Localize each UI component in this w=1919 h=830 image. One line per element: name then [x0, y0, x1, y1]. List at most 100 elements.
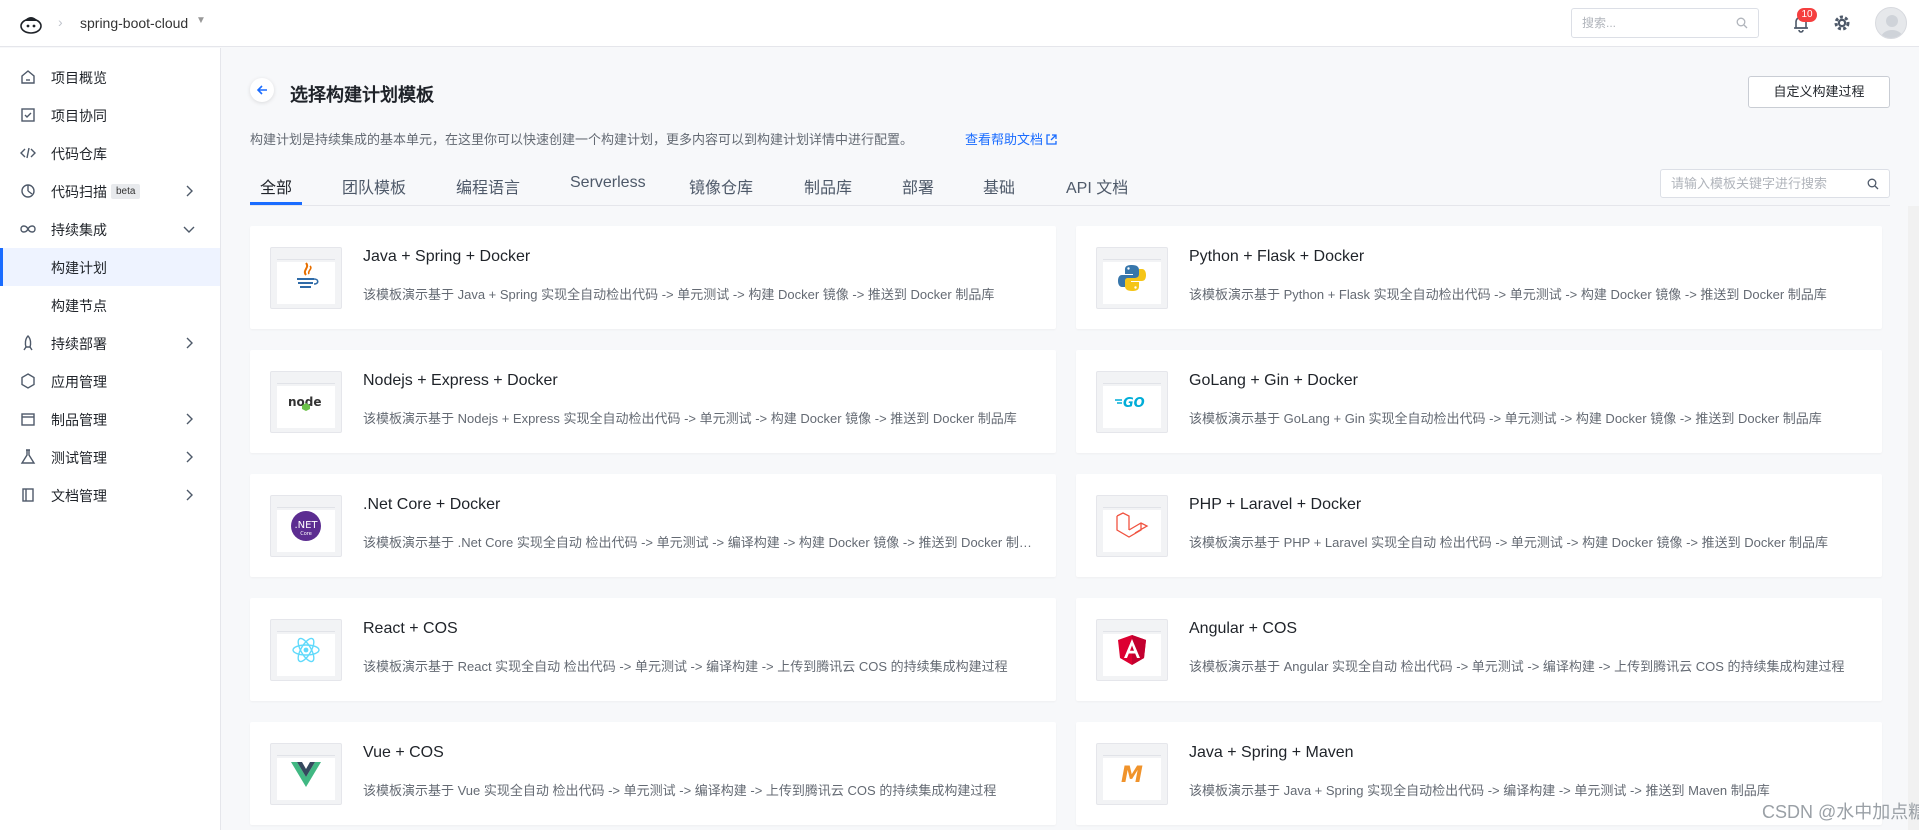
custom-build-button[interactable]: 自定义构建过程 — [1748, 76, 1890, 108]
chevron-right-icon — [186, 451, 193, 463]
sidebar-item-overview[interactable]: 项目概览 — [0, 58, 220, 96]
notification-badge: 10 — [1797, 8, 1817, 22]
search-icon[interactable] — [1867, 178, 1879, 190]
global-search-input[interactable] — [1582, 9, 1732, 37]
template-card-angular-cos[interactable]: Angular + COS 该模板演示基于 Angular 实现全自动 检出代码… — [1076, 598, 1882, 701]
template-description: 该模板演示基于 .Net Core 实现全自动 检出代码 -> 单元测试 -> … — [363, 535, 1035, 550]
dotnet-icon: .NETCore — [291, 511, 321, 541]
sidebar-item-code-scan[interactable]: 代码扫描 beta — [0, 172, 220, 210]
tab-deploy[interactable]: 部署 — [902, 174, 934, 198]
template-title: .Net Core + Docker — [363, 496, 501, 513]
template-search-input[interactable] — [1671, 170, 1861, 197]
svg-text:M: M — [1121, 763, 1143, 788]
template-title: Vue + COS — [363, 744, 444, 761]
sidebar-item-repository[interactable]: 代码仓库 — [0, 134, 220, 172]
help-doc-link[interactable]: 查看帮助文档 — [965, 129, 1057, 148]
gear-icon[interactable] — [1832, 13, 1852, 33]
search-icon — [1736, 17, 1748, 29]
tabs-divider — [250, 205, 1890, 206]
template-thumbnail: .NET Core — [270, 495, 342, 557]
template-thumbnail — [270, 247, 342, 309]
breadcrumb-separator: › — [58, 14, 63, 30]
tab-team-templates[interactable]: 团队模板 — [342, 174, 406, 198]
react-icon — [292, 637, 320, 663]
template-card-golang-gin-docker[interactable]: GO GoLang + Gin + Docker 该模板演示基于 GoLang … — [1076, 350, 1882, 453]
template-description: 该模板演示基于 Angular 实现全自动 检出代码 -> 单元测试 -> 编译… — [1189, 659, 1845, 674]
help-doc-link-label: 查看帮助文档 — [965, 132, 1044, 147]
template-card-php-laravel-docker[interactable]: PHP + Laravel + Docker 该模板演示基于 PHP + Lar… — [1076, 474, 1882, 577]
laravel-icon — [1116, 512, 1149, 538]
back-button[interactable] — [250, 78, 274, 102]
sidebar-item-label: 测试管理 — [51, 450, 107, 466]
tab-all[interactable]: 全部 — [260, 174, 292, 198]
page-description: 构建计划是持续集成的基本单元，在这里你可以快速创建一个构建计划，更多内容可以到构… — [250, 132, 914, 147]
template-title: Angular + COS — [1189, 620, 1298, 637]
sidebar-item-docs[interactable]: 文档管理 — [0, 476, 220, 514]
template-search[interactable] — [1660, 169, 1890, 198]
hexagon-icon — [21, 373, 35, 389]
chevron-right-icon — [186, 185, 193, 197]
sidebar-item-label: 应用管理 — [51, 374, 107, 390]
template-thumbnail: GO — [1096, 371, 1168, 433]
chevron-right-icon — [186, 489, 193, 501]
sidebar-item-artifacts[interactable]: 制品管理 — [0, 400, 220, 438]
global-search[interactable] — [1571, 8, 1759, 38]
sidebar-item-apps[interactable]: 应用管理 — [0, 362, 220, 400]
top-bar: › spring-boot-cloud ▼ 10 — [0, 0, 1919, 47]
coding-logo-icon[interactable] — [18, 11, 44, 37]
avatar[interactable] — [1875, 7, 1907, 39]
template-title: React + COS — [363, 620, 458, 637]
template-description: 该模板演示基于 Python + Flask 实现全自动检出代码 -> 单元测试… — [1189, 287, 1827, 302]
tab-image-registry[interactable]: 镜像仓库 — [689, 174, 753, 198]
sidebar-item-label: 制品管理 — [51, 412, 107, 428]
svg-text:Core: Core — [300, 531, 312, 537]
template-card-java-spring-docker[interactable]: Java + Spring + Docker 该模板演示基于 Java + Sp… — [250, 226, 1056, 329]
template-thumbnail: node — [270, 371, 342, 433]
template-thumbnail — [270, 743, 342, 805]
template-card-vue-cos[interactable]: Vue + COS 该模板演示基于 Vue 实现全自动 检出代码 -> 单元测试… — [250, 722, 1056, 825]
svg-text:GO: GO — [1123, 396, 1145, 411]
template-title: Nodejs + Express + Docker — [363, 372, 558, 389]
template-card-dotnet-core-docker[interactable]: .NET Core .Net Core + Docker 该模板演示基于 .Net… — [250, 474, 1056, 577]
scrollbar[interactable] — [1908, 206, 1919, 830]
sidebar-item-build-nodes[interactable]: 构建节点 — [0, 286, 220, 324]
sidebar-item-ci[interactable]: 持续集成 — [0, 210, 220, 248]
template-card-nodejs-express-docker[interactable]: node Nodejs + Express + Docker 该模板演示基于 N… — [250, 350, 1056, 453]
vue-icon — [291, 762, 321, 787]
template-description: 该模板演示基于 Nodejs + Express 实现全自动检出代码 -> 单元… — [363, 411, 1017, 426]
infinity-icon — [20, 225, 36, 233]
template-title: PHP + Laravel + Docker — [1189, 496, 1362, 513]
tab-basic[interactable]: 基础 — [983, 174, 1015, 198]
sidebar-item-testing[interactable]: 测试管理 — [0, 438, 220, 476]
code-icon — [20, 147, 36, 159]
template-title: Java + Spring + Maven — [1189, 744, 1354, 761]
tab-api-docs[interactable]: API 文档 — [1066, 174, 1128, 198]
sidebar-item-cd[interactable]: 持续部署 — [0, 324, 220, 362]
flask-icon — [20, 449, 36, 464]
scan-icon — [21, 184, 35, 198]
chevron-right-icon — [186, 337, 193, 349]
project-name[interactable]: spring-boot-cloud — [80, 15, 188, 31]
nodejs-icon: node — [288, 395, 322, 411]
chevron-right-icon — [186, 413, 193, 425]
tab-serverless[interactable]: Serverless — [570, 174, 646, 192]
template-title: Java + Spring + Docker — [363, 248, 531, 265]
tab-artifact-repo[interactable]: 制品库 — [804, 174, 852, 198]
caret-down-icon[interactable]: ▼ — [196, 15, 206, 26]
user-avatar-icon — [1881, 15, 1903, 38]
home-icon — [21, 70, 35, 84]
template-description: 该模板演示基于 Java + Spring 实现全自动检出代码 -> 单元测试 … — [363, 287, 995, 302]
template-description: 该模板演示基于 Vue 实现全自动 检出代码 -> 单元测试 -> 编译构建 -… — [363, 783, 997, 798]
tab-languages[interactable]: 编程语言 — [456, 174, 520, 198]
template-card-react-cos[interactable]: React + COS 该模板演示基于 React 实现全自动 检出代码 -> … — [250, 598, 1056, 701]
python-icon — [1118, 265, 1146, 291]
sidebar: 项目概览 项目协同 代码仓库 代码扫描 beta 持续集成 构建计划 构建节点 … — [0, 48, 221, 830]
maven-icon: M — [1121, 763, 1143, 788]
svg-text:.NET: .NET — [294, 520, 318, 531]
sidebar-item-build-plans[interactable]: 构建计划 — [0, 248, 220, 286]
checkbox-icon — [21, 108, 35, 122]
sidebar-item-collaboration[interactable]: 项目协同 — [0, 96, 220, 134]
template-card-python-flask-docker[interactable]: Python + Flask + Docker 该模板演示基于 Python +… — [1076, 226, 1882, 329]
template-thumbnail — [1096, 247, 1168, 309]
template-title: GoLang + Gin + Docker — [1189, 372, 1358, 389]
